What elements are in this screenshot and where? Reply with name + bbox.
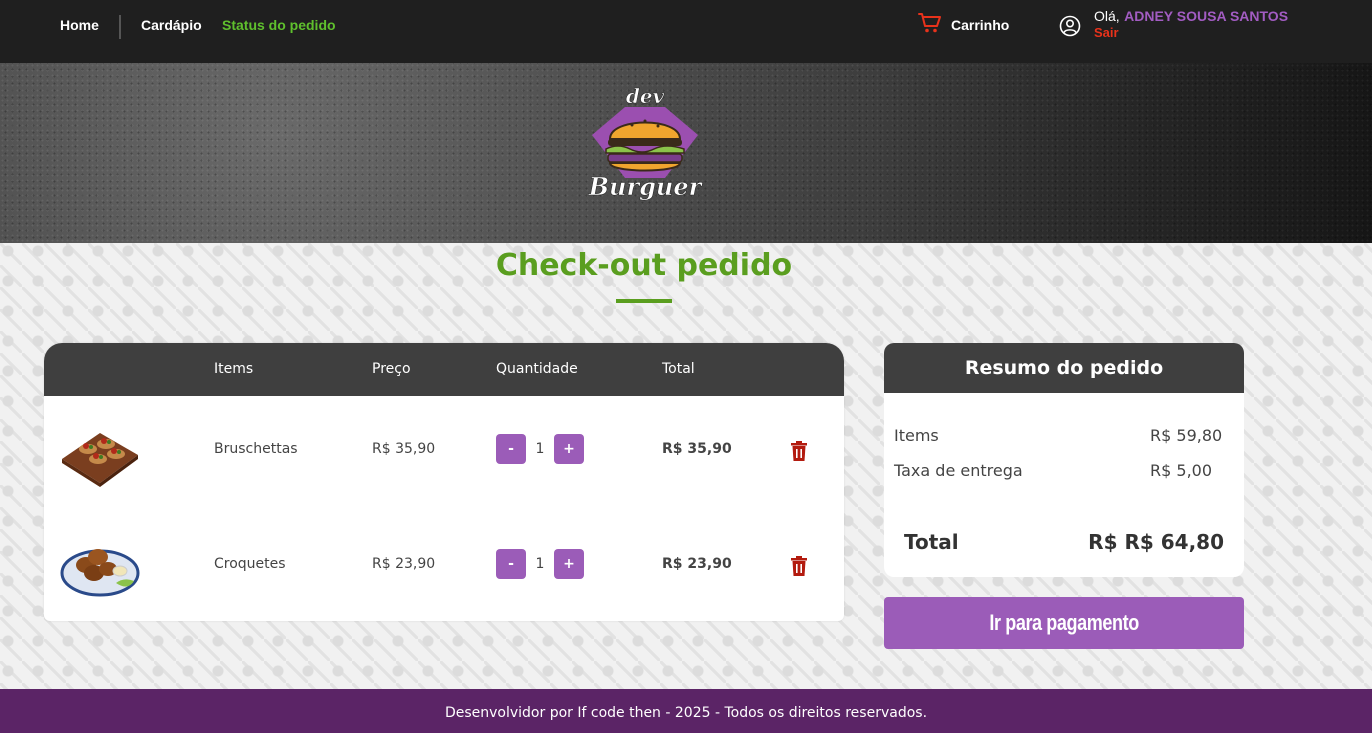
- decrease-qty-button[interactable]: -: [496, 549, 526, 579]
- bruschettas-image: [62, 433, 138, 487]
- nav-home-link[interactable]: Home: [60, 17, 99, 33]
- nav-menu-link[interactable]: Cardápio: [141, 17, 202, 33]
- item-price: R$ 35,90: [372, 441, 436, 457]
- order-summary: Resumo do pedido Items R$ 59,80 Taxa de …: [884, 343, 1244, 577]
- trash-icon[interactable]: [790, 556, 808, 576]
- header-items: Items: [214, 361, 254, 377]
- header-total: Total: [662, 361, 695, 377]
- logo-dev-text: dev: [626, 84, 665, 108]
- increase-qty-button[interactable]: +: [554, 549, 584, 579]
- item-total: R$ 23,90: [662, 556, 732, 572]
- dev-burguer-logo: dev Burguer: [587, 84, 704, 202]
- item-name: Croquetes: [214, 556, 286, 572]
- go-to-payment-label: Ir para pagamento: [989, 610, 1139, 635]
- cart-table-header: Items Preço Quantidade Total: [44, 343, 844, 396]
- item-total: R$ 35,90: [662, 441, 732, 457]
- cart-table: Items Preço Quantidade Total Bruschettas…: [44, 343, 844, 621]
- header-price: Preço: [372, 361, 411, 377]
- summary-items-label: Items: [894, 426, 939, 445]
- summary-total-label: Total: [904, 530, 959, 554]
- footer-text: Desenvolvidor por If code then - 2025 - …: [444, 705, 928, 721]
- greeting-label: Olá,: [1094, 8, 1120, 24]
- nav-order-status-link[interactable]: Status do pedido: [222, 17, 336, 33]
- page-title-wrap: Check-out pedido: [486, 248, 802, 283]
- item-name: Bruschettas: [214, 441, 298, 457]
- title-underline: [616, 299, 672, 303]
- summary-delivery-label: Taxa de entrega: [894, 461, 1023, 480]
- hero-banner: dev Burguer: [0, 63, 1372, 243]
- summary-delivery-value: R$ 5,00: [1150, 461, 1213, 480]
- summary-items-value: R$ 59,80: [1150, 426, 1223, 445]
- user-icon: [1059, 15, 1081, 37]
- nav-divider: [119, 15, 121, 39]
- summary-total-value: R$ R$ 64,80: [1088, 530, 1224, 554]
- item-price: R$ 23,90: [372, 556, 436, 572]
- table-row: Croquetes R$ 23,90 - 1 + R$ 23,90: [44, 511, 844, 621]
- footer: Desenvolvidor por If code then - 2025 - …: [0, 689, 1372, 733]
- logo-burguer-text: Burguer: [588, 172, 704, 201]
- cart-icon[interactable]: [918, 12, 942, 34]
- table-row: Bruschettas R$ 35,90 - 1 + R$ 35,90: [44, 396, 844, 506]
- header-quantity: Quantidade: [496, 361, 578, 377]
- logout-link[interactable]: Sair: [1094, 25, 1119, 40]
- decrease-qty-button[interactable]: -: [496, 434, 526, 464]
- nav-cart-link[interactable]: Carrinho: [951, 17, 1009, 33]
- summary-title: Resumo do pedido: [884, 343, 1244, 393]
- increase-qty-button[interactable]: +: [554, 434, 584, 464]
- user-name: ADNEY SOUSA SANTOS: [1124, 8, 1289, 24]
- trash-icon[interactable]: [790, 441, 808, 461]
- croquetes-image: [60, 549, 140, 597]
- top-navbar: Home Cardápio Status do pedido Carrinho …: [0, 0, 1372, 63]
- item-quantity: 1: [535, 556, 545, 572]
- page-title: Check-out pedido: [495, 248, 793, 283]
- user-greeting: Olá, ADNEY SOUSA SANTOS: [1094, 8, 1288, 25]
- go-to-payment-button[interactable]: Ir para pagamento: [884, 597, 1244, 649]
- item-quantity: 1: [535, 441, 545, 457]
